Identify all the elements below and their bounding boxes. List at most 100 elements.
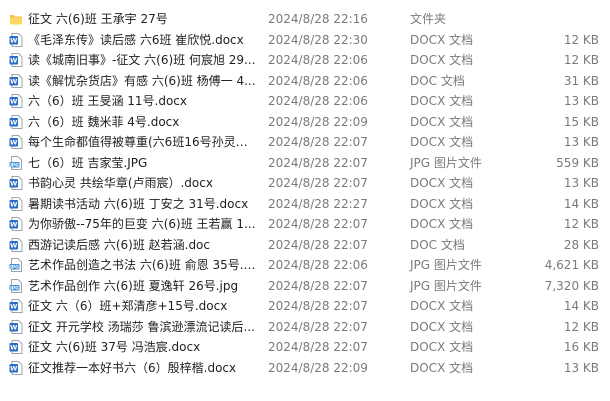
svg-text:W: W (10, 323, 17, 331)
file-date-modified: 2024/8/28 22:07 (268, 319, 368, 334)
file-name: 读《城南旧事》-征文 六(6)班 何宸旭 29... (28, 53, 256, 67)
file-row[interactable]: W 书韵心灵 共绘华章(卢雨宸）.docx 2024/8/28 22:07 DOCX … (0, 173, 610, 194)
file-date-modified: 2024/8/28 22:27 (268, 196, 368, 211)
word-document-icon: W (9, 237, 23, 252)
file-size: 16 KB (563, 340, 599, 354)
file-type: JPG 图片文件 (410, 155, 482, 170)
file-row[interactable]: W 征文推荐一本好书六（6）殷梓楷.docx 2024/8/28 22:09 DOCX… (0, 358, 610, 379)
file-size: 31 KB (563, 73, 599, 88)
file-type: DOCX 文档 (410, 299, 474, 313)
svg-text:W: W (10, 180, 17, 188)
file-row[interactable]: JPG 七（6）班 吉家莹.JPG 2024/8/28 22:07 JPG 图片文件 5… (0, 153, 610, 174)
file-row[interactable]: W 西游记读后感 六(6)班 赵若涵.doc 2024/8/28 22:07 DOC … (0, 235, 610, 256)
file-row[interactable]: W 六（6）班 魏米菲 4号.docx 2024/8/28 22:09 DOCX 文档… (0, 112, 610, 133)
file-size: 7,320 KB (544, 278, 599, 293)
file-row[interactable]: W 征文 六（6）班+郑清彦+15号.docx 2024/8/28 22:07 DOC… (0, 296, 610, 317)
word-document-icon: W (9, 196, 23, 211)
file-size: 12 KB (563, 319, 599, 334)
jpg-image-icon: JPG (9, 258, 23, 272)
file-size: 13 KB (563, 360, 599, 375)
svg-text:JPG: JPG (9, 285, 19, 291)
file-name: 西游记读后感 六(6)班 赵若涵.doc (28, 237, 210, 252)
file-size: 13 KB (563, 94, 599, 108)
file-row[interactable]: W 读《城南旧事》-征文 六(6)班 何宸旭 29... 2024/8/28 22:… (0, 50, 610, 71)
file-name: 征文 六(6)班 37号 冯浩宸.docx (28, 340, 201, 354)
file-type: 文件夹 (410, 12, 447, 26)
word-document-icon: W (9, 32, 23, 47)
file-type: DOCX 文档 (410, 196, 474, 211)
svg-text:W: W (10, 303, 17, 311)
file-row[interactable]: JPG 艺术作品创造之书法 六(6)班 俞恩 35号.j... 2024/8/28 … (0, 255, 610, 276)
file-name: 艺术作品创造之书法 六(6)班 俞恩 35号.j... (28, 258, 258, 272)
file-size: 4,621 KB (544, 258, 599, 272)
file-type: DOCX 文档 (410, 53, 474, 67)
folder-icon (9, 12, 23, 26)
word-document-icon: W (9, 135, 23, 149)
file-name: 六（6）班 王旻涵 11号.docx (28, 94, 188, 108)
file-type: DOCX 文档 (410, 114, 474, 129)
file-row[interactable]: W 《毛泽东传》读后感 六6班 崔欣悦.docx 2024/8/28 22:30 DO… (0, 30, 610, 51)
file-size: 12 KB (563, 217, 599, 231)
file-name: 七（6）班 吉家莹.JPG (28, 155, 148, 170)
file-name: 征文 六(6)班 王承宇 27号 (28, 12, 168, 26)
file-date-modified: 2024/8/28 22:07 (268, 176, 368, 190)
word-document-icon: W (9, 319, 23, 334)
word-document-icon: W (9, 340, 23, 354)
file-type: JPG 图片文件 (410, 278, 482, 293)
file-row[interactable]: W 征文 六(6)班 37号 冯浩宸.docx 2024/8/28 22:07 DOC… (0, 337, 610, 358)
file-type: DOCX 文档 (410, 360, 474, 375)
file-row[interactable]: JPG 艺术作品创作 六(6)班 夏逸轩 26号.jpg 2024/8/28 22:… (0, 276, 610, 297)
file-type: DOC 文档 (410, 237, 465, 252)
file-name: 六（6）班 魏米菲 4号.docx (28, 114, 180, 129)
file-date-modified: 2024/8/28 22:07 (268, 340, 368, 354)
word-document-icon: W (9, 176, 23, 190)
file-row[interactable]: W 六（6）班 王旻涵 11号.docx 2024/8/28 22:06 DOCX 文… (0, 91, 610, 112)
file-date-modified: 2024/8/28 22:07 (268, 237, 368, 252)
file-date-modified: 2024/8/28 22:07 (268, 217, 368, 231)
word-document-icon: W (9, 299, 23, 313)
svg-text:W: W (10, 139, 17, 147)
file-row[interactable]: W 为你骄傲--75年的巨变 六(6)班 王若赢 1... 2024/8/28 22… (0, 214, 610, 235)
svg-text:W: W (10, 118, 17, 126)
file-row[interactable]: W 征文 开元学校 汤瑞莎 鲁滨逊漂流记读后... 2024/8/28 22:07 D… (0, 317, 610, 338)
file-date-modified: 2024/8/28 22:07 (268, 155, 368, 170)
svg-text:W: W (10, 98, 17, 106)
file-date-modified: 2024/8/28 22:06 (268, 53, 368, 67)
file-list: 征文 六(6)班 王承宇 27号 2024/8/28 22:16 文件夹 W 《毛泽东传… (0, 9, 610, 378)
jpg-image-icon: JPG (9, 278, 23, 293)
file-name: 征文 开元学校 汤瑞莎 鲁滨逊漂流记读后... (28, 319, 255, 334)
jpg-image-icon: JPG (9, 155, 23, 170)
file-size: 12 KB (563, 53, 599, 67)
svg-text:W: W (10, 200, 17, 208)
svg-text:JPG: JPG (9, 162, 19, 168)
file-type: DOCX 文档 (410, 135, 474, 149)
file-row[interactable]: W 每个生命都值得被尊重(六6班16号孙灵浩... 2024/8/28 22:07 D… (0, 132, 610, 153)
file-type: DOCX 文档 (410, 217, 474, 231)
file-type: DOC 文档 (410, 73, 465, 88)
svg-text:W: W (10, 241, 17, 249)
file-size: 15 KB (563, 114, 599, 129)
file-row[interactable]: W 读《解忧杂货店》有感 六(6)班 杨傅一 4... 2024/8/28 22:0… (0, 71, 610, 92)
word-document-icon: W (9, 360, 23, 375)
file-date-modified: 2024/8/28 22:09 (268, 114, 368, 129)
file-size: 13 KB (563, 176, 599, 190)
file-size: 13 KB (563, 135, 599, 149)
svg-text:W: W (10, 344, 17, 352)
file-date-modified: 2024/8/28 22:16 (268, 12, 368, 26)
file-date-modified: 2024/8/28 22:07 (268, 135, 368, 149)
file-type: JPG 图片文件 (410, 258, 482, 272)
file-row[interactable]: W 暑期读书活动 六(6)班 丁安之 31号.docx 2024/8/28 22:2… (0, 194, 610, 215)
file-name: 征文 六（6）班+郑清彦+15号.docx (28, 299, 228, 313)
file-name: 书韵心灵 共绘华章(卢雨宸）.docx (28, 176, 213, 190)
file-name: 为你骄傲--75年的巨变 六(6)班 王若赢 1... (28, 217, 256, 231)
file-date-modified: 2024/8/28 22:09 (268, 360, 368, 375)
file-date-modified: 2024/8/28 22:06 (268, 73, 368, 88)
file-name: 读《解忧杂货店》有感 六(6)班 杨傅一 4... (28, 73, 256, 88)
word-document-icon: W (9, 73, 23, 88)
file-row[interactable]: 征文 六(6)班 王承宇 27号 2024/8/28 22:16 文件夹 (0, 9, 610, 30)
word-document-icon: W (9, 114, 23, 129)
file-size: 14 KB (563, 196, 599, 211)
file-name: 暑期读书活动 六(6)班 丁安之 31号.docx (28, 196, 249, 211)
file-date-modified: 2024/8/28 22:06 (268, 94, 368, 108)
svg-text:W: W (10, 36, 17, 44)
